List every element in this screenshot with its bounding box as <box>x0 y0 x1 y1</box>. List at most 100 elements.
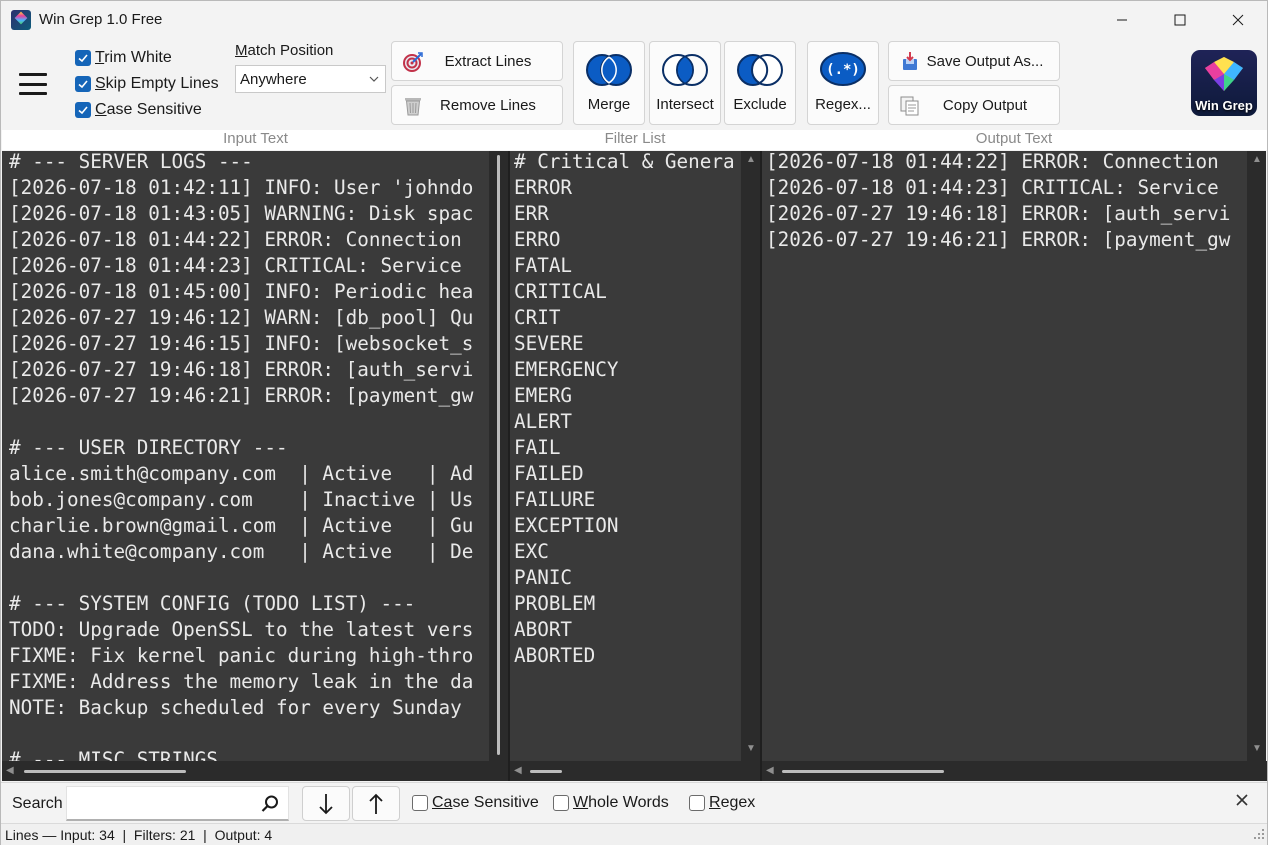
text-line: ALERT <box>514 410 573 433</box>
find-previous-button[interactable] <box>352 786 400 821</box>
match-position-select[interactable]: Anywhere <box>235 65 386 93</box>
text-line: # --- MISC STRINGS <box>9 748 218 761</box>
maximize-button[interactable] <box>1151 1 1209 39</box>
status-text: Lines — Input: 34 | Filters: 21 | Output… <box>5 827 273 843</box>
window-title: Win Grep 1.0 Free <box>39 11 163 28</box>
text-line: # --- SYSTEM CONFIG (TODO LIST) --- <box>9 592 416 615</box>
search-regex-checkbox[interactable]: Regex <box>689 794 755 812</box>
regex-button[interactable]: (.*) Regex... <box>807 41 879 125</box>
scrollbar-thumb[interactable] <box>530 770 562 773</box>
text-line: FAILED <box>514 462 584 485</box>
search-whole-words-checkbox[interactable]: Whole Words <box>553 794 669 812</box>
input-horizontal-scrollbar[interactable]: ◀ <box>2 761 508 781</box>
scroll-left-arrow-icon[interactable]: ◀ <box>766 765 774 776</box>
text-line: FATAL <box>514 254 573 277</box>
scrollbar-thumb[interactable] <box>24 770 186 773</box>
trim-white-checkbox[interactable]: Trim White <box>75 47 172 69</box>
search-icon[interactable] <box>260 794 280 818</box>
search-bar: Search Case Sensitive Whole Words Regex <box>1 782 1267 823</box>
search-input[interactable] <box>66 786 289 821</box>
text-line: bob.jones@company.com | Inactive | Us <box>9 488 474 511</box>
menu-hamburger-icon[interactable] <box>19 71 47 97</box>
find-next-button[interactable] <box>302 786 350 821</box>
venn-union-icon <box>585 53 633 91</box>
scrollbar-thumb[interactable] <box>497 155 500 755</box>
output-horizontal-scrollbar[interactable]: ◀ <box>762 761 1267 781</box>
filter-list-area[interactable]: # Critical & Genera ERROR ERR ERRO FATAL CRIT… <box>510 151 741 761</box>
input-text-content: # --- SERVER LOGS --- [2026-07-18 01:42:1… <box>9 151 473 761</box>
scroll-up-arrow-icon[interactable]: ▲ <box>746 154 756 165</box>
resize-grip-icon[interactable] <box>1254 826 1264 842</box>
minimize-icon <box>1117 19 1127 21</box>
venn-intersect-icon <box>661 53 709 91</box>
search-case-sensitive-checkbox[interactable]: Case Sensitive <box>412 794 539 812</box>
text-line: ERR <box>514 202 549 225</box>
input-text-area[interactable]: # --- SERVER LOGS --- [2026-07-18 01:42:1… <box>2 151 489 761</box>
text-line: FAILURE <box>514 488 596 511</box>
arrow-up-icon <box>369 793 383 814</box>
text-line: alice.smith@company.com | Active | Ad <box>9 462 474 485</box>
text-line: [2026-07-18 01:44:23] CRITICAL: Service <box>766 176 1219 199</box>
app-window: Win Grep 1.0 Free Trim White Skip Empty … <box>0 0 1268 845</box>
extract-lines-button[interactable]: Extract Lines <box>391 41 563 81</box>
filter-panel-header: Filter List <box>509 130 761 150</box>
output-vertical-scrollbar[interactable]: ▲ ▼ <box>1247 151 1266 761</box>
maximize-icon <box>1174 14 1186 26</box>
save-output-button[interactable]: Save Output As... <box>888 41 1060 81</box>
scroll-up-arrow-icon[interactable]: ▲ <box>1252 154 1262 165</box>
text-line: ERROR <box>514 176 573 199</box>
text-line: NOTE: Backup scheduled for every Sunday <box>9 696 474 719</box>
close-button[interactable] <box>1209 1 1267 39</box>
text-line: [2026-07-18 01:43:05] WARNING: Disk spac <box>9 202 474 225</box>
scroll-left-arrow-icon[interactable]: ◀ <box>6 765 14 776</box>
text-line: EXC <box>514 540 549 563</box>
output-text-area[interactable]: [2026-07-18 01:44:22] ERROR: Connection [… <box>762 151 1247 761</box>
text-line: [2026-07-18 01:42:11] INFO: User 'johndo <box>9 176 474 199</box>
search-label: Search <box>12 795 63 812</box>
venn-exclude-icon <box>736 53 784 91</box>
intersect-button[interactable]: Intersect <box>649 41 721 125</box>
scrollbar-thumb[interactable] <box>782 770 944 773</box>
checkmark-icon <box>75 50 91 66</box>
text-line: [2026-07-18 01:44:23] CRITICAL: Service <box>9 254 474 277</box>
close-search-icon[interactable] <box>1235 793 1249 811</box>
copy-output-button[interactable]: Copy Output <box>888 85 1060 125</box>
minimize-button[interactable] <box>1093 1 1151 39</box>
text-line: [2026-07-18 01:44:22] ERROR: Connection <box>9 228 474 251</box>
app-logo: Win Grep <box>1191 50 1257 116</box>
text-line: [2026-07-27 19:46:18] ERROR: [auth_servi <box>9 358 474 381</box>
text-line: # --- SERVER LOGS --- <box>9 151 253 173</box>
match-position-label: Match Position <box>235 42 334 59</box>
scroll-left-arrow-icon[interactable]: ◀ <box>514 765 522 776</box>
remove-lines-button[interactable]: Remove Lines <box>391 85 563 125</box>
exclude-button[interactable]: Exclude <box>724 41 796 125</box>
input-vertical-scrollbar[interactable] <box>489 151 508 761</box>
scroll-down-arrow-icon[interactable]: ▼ <box>746 743 756 754</box>
case-sensitive-checkbox[interactable]: Case Sensitive <box>75 99 202 121</box>
text-line: PROBLEM <box>514 592 596 615</box>
regex-icon: (.*) <box>820 52 866 90</box>
filter-horizontal-scrollbar[interactable]: ◀ <box>510 761 760 781</box>
skip-empty-lines-checkbox[interactable]: Skip Empty Lines <box>75 73 219 95</box>
text-line: [2026-07-27 19:46:15] INFO: [websocket_s <box>9 332 474 355</box>
text-line: ERRO <box>514 228 561 251</box>
text-line: EMERG <box>514 384 573 407</box>
text-line: SEVERE <box>514 332 584 355</box>
text-line: [2026-07-27 19:46:12] WARN: [db_pool] Qu <box>9 306 474 329</box>
scroll-down-arrow-icon[interactable]: ▼ <box>1252 743 1262 754</box>
chevron-down-icon <box>368 72 380 89</box>
title-bar[interactable]: Win Grep 1.0 Free <box>1 1 1267 39</box>
text-line: PANIC <box>514 566 573 589</box>
status-bar: Lines — Input: 34 | Filters: 21 | Output… <box>1 823 1267 845</box>
text-line: FIXME: Fix kernel panic during high-thro <box>9 644 474 667</box>
text-line <box>9 409 473 435</box>
text-line: [2026-07-18 01:45:00] INFO: Periodic hea <box>9 280 474 303</box>
app-icon <box>11 10 31 30</box>
text-line: dana.white@company.com | Active | De <box>9 540 474 563</box>
text-line: # --- USER DIRECTORY --- <box>9 436 288 459</box>
merge-button[interactable]: Merge <box>573 41 645 125</box>
text-line: ABORTED <box>514 644 596 667</box>
text-line: [2026-07-27 19:46:18] ERROR: [auth_servi <box>766 202 1231 225</box>
text-line: TODO: Upgrade OpenSSL to the latest vers <box>9 618 474 641</box>
filter-vertical-scrollbar[interactable]: ▲ ▼ <box>741 151 760 761</box>
